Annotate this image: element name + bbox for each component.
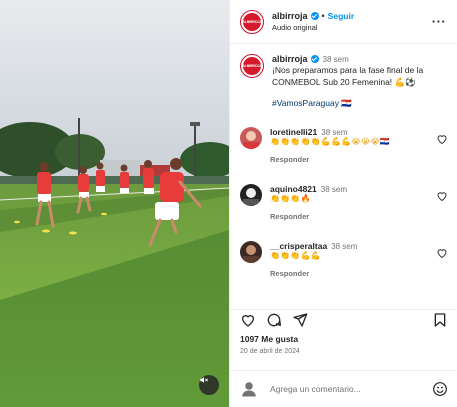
post-header: ALBIRROJA albirroja • Seguir Audio origi… — [230, 0, 457, 44]
post-details-panel: ALBIRROJA albirroja • Seguir Audio origi… — [229, 0, 457, 407]
comment-text: 👏👏👏🔥 — [270, 194, 311, 203]
caption-time: 38 sem — [322, 54, 349, 64]
comment-item: __crisperaltaa 38 sem 👏👏👏💪💪 Responder — [230, 241, 457, 278]
heart-icon[interactable] — [240, 312, 256, 328]
caption-text: ¡Nos preparamos para la fase final de la… — [272, 65, 424, 87]
video-frame — [0, 0, 229, 407]
mute-icon — [200, 377, 209, 383]
avatar[interactable]: ALBIRROJA — [240, 9, 264, 34]
header-username[interactable]: albirroja — [272, 11, 308, 21]
post-date: 20 de abril de 2024 — [240, 348, 300, 355]
comment-time: 38 sem — [320, 185, 348, 194]
instagram-post: ALBIRROJA albirroja • Seguir Audio origi… — [0, 0, 457, 407]
caption-avatar[interactable]: ALBIRROJA — [240, 54, 264, 78]
post-video[interactable] — [0, 0, 229, 407]
verified-icon — [310, 12, 319, 20]
commenter-avatar[interactable] — [240, 184, 262, 206]
comment-username[interactable]: aquino4821 — [270, 184, 317, 194]
comment-username[interactable]: __crisperaltaa — [270, 241, 327, 251]
mute-button[interactable] — [199, 375, 219, 395]
heart-icon[interactable] — [436, 133, 448, 145]
separator-dot: • — [321, 11, 325, 21]
profile-icon — [242, 382, 256, 397]
add-comment-bar: Agrega un comentario... — [230, 370, 457, 407]
likes-count[interactable]: 1097 Me gusta — [240, 334, 298, 344]
heart-icon[interactable] — [436, 190, 448, 202]
emoji-icon[interactable] — [432, 381, 448, 397]
comment-icon[interactable] — [266, 312, 282, 328]
comment-username[interactable]: loretinelli21 — [270, 127, 317, 137]
post-caption: ALBIRROJA albirroja 38 sem ¡Nos preparam… — [230, 44, 457, 109]
commenter-avatar[interactable] — [240, 127, 262, 149]
audio-label[interactable]: Audio original — [272, 23, 431, 32]
follow-button[interactable]: Seguir — [328, 11, 354, 21]
action-bar — [230, 309, 457, 329]
heart-icon[interactable] — [436, 247, 448, 259]
comment-time: 38 sem — [331, 242, 358, 251]
reply-button[interactable]: Responder — [270, 212, 436, 221]
commenter-avatar[interactable] — [240, 241, 262, 263]
reply-button[interactable]: Responder — [270, 269, 436, 278]
caption-avatar-logo-text: ALBIRROJA — [242, 64, 262, 68]
comment-text: 👏👏👏👏👏💪💪💪😭😭😭🇵🇾 — [270, 137, 391, 146]
comment-item: loretinelli21 38 sem 👏👏👏👏👏💪💪💪😭😭😭🇵🇾 Respon… — [230, 127, 457, 164]
share-icon[interactable] — [292, 312, 308, 328]
reply-button[interactable]: Responder — [270, 155, 436, 164]
comment-item: aquino4821 38 sem 👏👏👏🔥 Responder — [230, 184, 457, 221]
bookmark-icon[interactable] — [432, 312, 448, 328]
more-icon[interactable]: ··· — [431, 15, 447, 28]
avatar-logo-text: ALBIRROJA — [242, 19, 262, 24]
caption-username[interactable]: albirroja — [272, 54, 308, 64]
comment-input[interactable]: Agrega un comentario... — [270, 384, 432, 394]
caption-hashtag[interactable]: #VamosParaguay 🇵🇾 — [272, 98, 447, 109]
comment-text: 👏👏👏💪💪 — [270, 251, 321, 260]
comment-time: 38 sem — [321, 128, 348, 137]
verified-icon — [310, 55, 319, 63]
